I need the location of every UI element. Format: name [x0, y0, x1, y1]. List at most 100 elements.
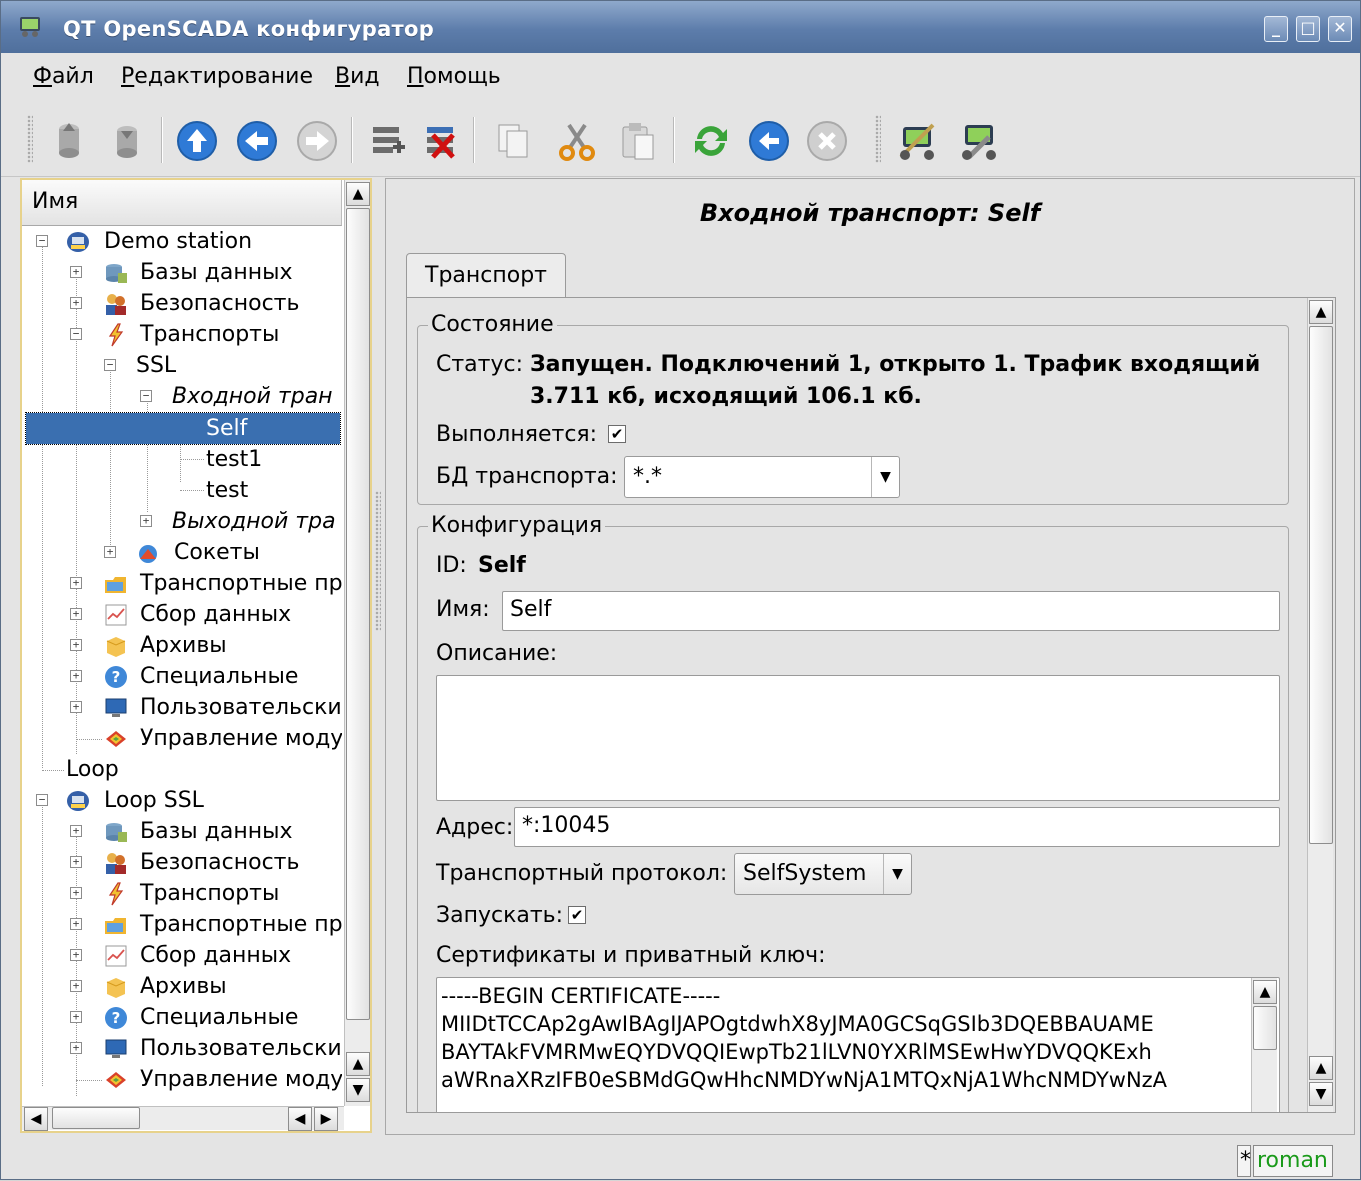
certificates-textarea[interactable]: -----BEGIN CERTIFICATE----- MIIDtTCCAp2g…	[436, 977, 1280, 1112]
description-textarea[interactable]	[436, 675, 1280, 801]
status-value-line1: Запущен. Подключений 1, открыто 1. Трафи…	[530, 352, 1261, 377]
menu-file[interactable]: Файл	[33, 64, 94, 89]
window-title: QT OpenSCADA конфигуратор	[63, 17, 435, 41]
svg-text:?: ?	[112, 668, 121, 686]
back-icon[interactable]	[235, 119, 279, 163]
forward-icon[interactable]	[295, 119, 339, 163]
tree-item-archives-2[interactable]: + Архивы	[22, 971, 342, 1002]
scroll-right-arrow-icon[interactable]: ▶	[314, 1107, 338, 1131]
tree-item-databases-2[interactable]: + Базы данных	[22, 816, 342, 847]
certificates-scrollbar[interactable]: ▲	[1251, 978, 1277, 1112]
tree-scroll-thumb[interactable]	[346, 208, 370, 1020]
openscada-app-icon	[20, 17, 40, 37]
config-tool-icon[interactable]	[957, 119, 1001, 163]
scroll-left-arrow-icon[interactable]: ◀	[24, 1107, 48, 1131]
content-scroll-thumb[interactable]	[1309, 326, 1333, 844]
tab-page: Состояние Статус: Запущен. Подключений 1…	[406, 297, 1336, 1113]
stop-icon[interactable]	[805, 119, 849, 163]
menu-view[interactable]: Вид	[335, 64, 380, 89]
title-bar[interactable]: QT OpenSCADA конфигуратор _ □ ✕	[1, 1, 1360, 53]
tree-item-data-acquisition-2[interactable]: + Сбор данных	[22, 940, 342, 971]
protocol-value: SelfSystem	[743, 861, 867, 886]
tree-item-archives[interactable]: + Архивы	[22, 630, 342, 661]
scroll-up-arrow-icon[interactable]: ▲	[346, 182, 370, 206]
scroll-up-arrow-icon[interactable]: ▲	[1253, 980, 1277, 1004]
tree-item-transport-protocols-2[interactable]: + Транспортные пр	[22, 909, 342, 940]
tree-item-test1[interactable]: test1	[22, 444, 342, 475]
autostart-checkbox[interactable]: ✔	[568, 906, 586, 924]
tree-item-loop-ssl[interactable]: − Loop SSL	[22, 785, 342, 816]
up-icon[interactable]	[175, 119, 219, 163]
status-label: Статус:	[436, 352, 524, 377]
tree-item-transports-2[interactable]: + Транспорты	[22, 878, 342, 909]
menu-help[interactable]: Помощь	[407, 64, 501, 89]
tree-item-module-manager-2[interactable]: Управление моду	[22, 1064, 342, 1095]
scroll-up-arrow-icon[interactable]: ▲	[346, 1052, 370, 1076]
copy-icon[interactable]	[491, 119, 535, 163]
scroll-up-arrow-icon[interactable]: ▲	[1309, 300, 1333, 324]
tree-item-ssl[interactable]: − SSL	[22, 350, 342, 381]
main-window: QT OpenSCADA конфигуратор _ □ ✕ Файл Ред…	[0, 0, 1361, 1180]
save-icon[interactable]	[105, 119, 149, 163]
delete-item-icon[interactable]	[419, 119, 463, 163]
scroll-left-arrow-icon[interactable]: ◀	[288, 1107, 312, 1131]
tree-item-input-transport[interactable]: − Входной тран	[22, 381, 342, 412]
tree-item-transports[interactable]: − Транспорты	[22, 319, 342, 350]
certificates-scroll-thumb[interactable]	[1253, 1006, 1277, 1050]
tree-column-header[interactable]: Имя	[22, 180, 342, 226]
toolbar-grip[interactable]	[875, 115, 881, 163]
tab-transport[interactable]: Транспорт	[406, 253, 566, 299]
refresh-icon[interactable]	[689, 119, 733, 163]
current-user[interactable]: roman	[1253, 1145, 1333, 1177]
tree-item-special-2[interactable]: + ? Специальные	[22, 1002, 342, 1033]
running-checkbox[interactable]: ✔	[608, 425, 626, 443]
tree-horizontal-scrollbar[interactable]: ◀ ◀ ▶	[22, 1106, 344, 1131]
toolbar-grip[interactable]	[27, 115, 33, 163]
paste-icon[interactable]	[615, 119, 659, 163]
status-value-line2: 3.711 кб, исходящий 106.1 кб.	[530, 384, 922, 409]
scroll-down-arrow-icon[interactable]: ▼	[1309, 1082, 1333, 1106]
content-vertical-scrollbar[interactable]: ▲ ▲ ▼	[1307, 298, 1333, 1112]
add-item-icon[interactable]	[365, 119, 409, 163]
tree-item-output-transport[interactable]: + Выходной тра	[22, 506, 342, 537]
panel-splitter[interactable]	[375, 491, 381, 631]
tree-item-special[interactable]: + ? Специальные	[22, 661, 342, 692]
status-bar: * roman	[1, 1139, 1360, 1181]
tree-item-security[interactable]: + Безопасность	[22, 288, 342, 319]
address-label: Адрес:	[436, 815, 514, 840]
tree-item-transport-protocols[interactable]: + Транспортные пр	[22, 568, 342, 599]
tree-item-data-acquisition[interactable]: + Сбор данных	[22, 599, 342, 630]
load-icon[interactable]	[47, 119, 91, 163]
chevron-down-icon[interactable]: ▼	[883, 854, 911, 894]
maximize-button[interactable]: □	[1296, 16, 1320, 42]
address-input[interactable]: *:10045	[514, 807, 1280, 847]
scroll-up-arrow-icon[interactable]: ▲	[1309, 1056, 1333, 1080]
configurator-icon[interactable]	[895, 119, 939, 163]
database-icon	[106, 264, 127, 283]
id-label: ID:	[436, 553, 467, 578]
tree-item-security-2[interactable]: + Безопасность	[22, 847, 342, 878]
tree-item-user-interfaces-2[interactable]: + Пользовательские	[22, 1033, 342, 1064]
tree-item-demo-station[interactable]: − Demo station	[22, 226, 342, 257]
name-input[interactable]: Self	[502, 591, 1280, 631]
tree-hscroll-thumb[interactable]	[52, 1107, 140, 1129]
start-icon[interactable]	[747, 119, 791, 163]
tree-item-sockets[interactable]: + Сокеты	[22, 537, 342, 568]
scroll-down-arrow-icon[interactable]: ▼	[346, 1078, 370, 1102]
db-combobox[interactable]: *.* ▼	[624, 456, 900, 498]
lightning-icon	[108, 882, 124, 906]
archive-box-icon	[106, 637, 126, 657]
tree-item-test[interactable]: test	[22, 475, 342, 506]
tree-item-loop[interactable]: Loop	[22, 754, 342, 785]
tree-item-module-manager[interactable]: Управление моду	[22, 723, 342, 754]
tree-item-self[interactable]: Self	[25, 412, 341, 445]
tree-vertical-scrollbar[interactable]: ▲ ▲ ▼	[344, 180, 370, 1106]
close-button[interactable]: ✕	[1328, 16, 1352, 42]
menu-edit[interactable]: Редактирование	[121, 64, 313, 89]
chevron-down-icon[interactable]: ▼	[871, 457, 899, 497]
tree-item-databases[interactable]: + Базы данных	[22, 257, 342, 288]
cut-icon[interactable]	[555, 119, 599, 163]
protocol-combobox[interactable]: SelfSystem ▼	[734, 853, 912, 895]
minimize-button[interactable]: _	[1264, 16, 1288, 42]
tree-item-user-interfaces[interactable]: + Пользовательские	[22, 692, 342, 723]
